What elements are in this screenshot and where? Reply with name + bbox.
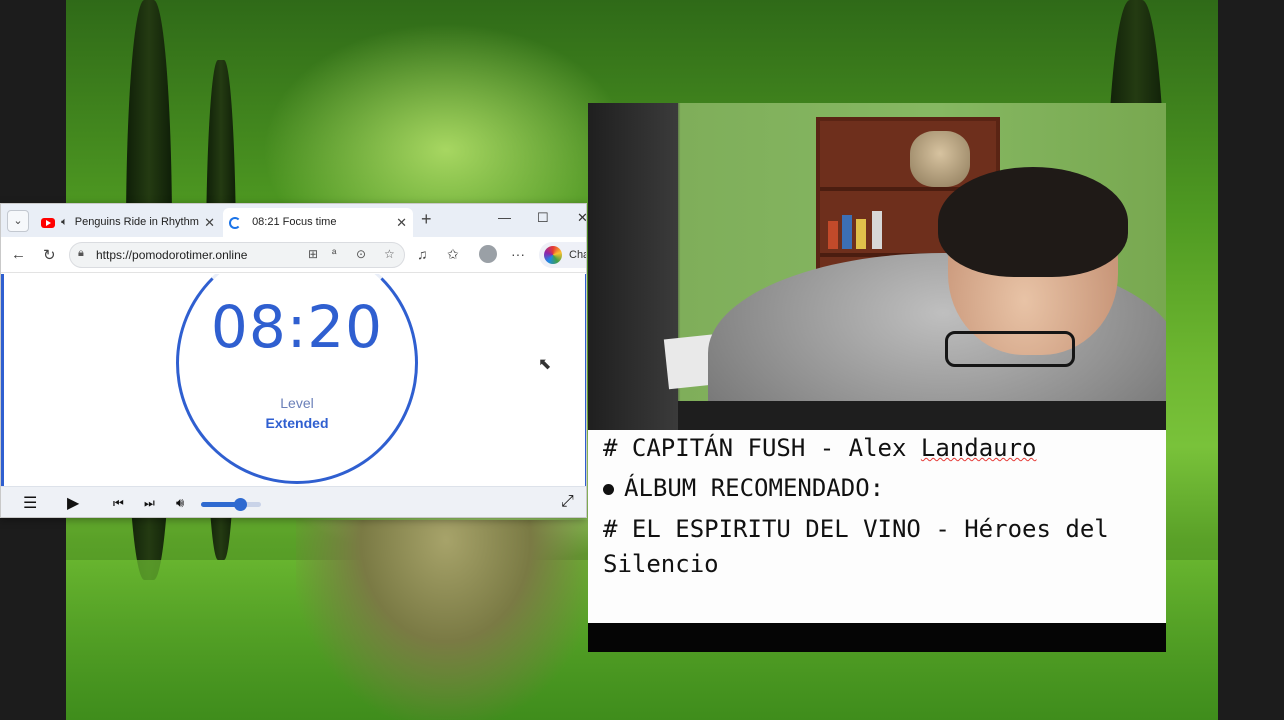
favorites-icon[interactable]: ✩	[447, 246, 459, 263]
new-tab-button[interactable]: +	[421, 209, 432, 230]
timer-ring: 08:20 Level Extended	[176, 274, 418, 484]
browser-window: ⌄ 🔈︎ Penguins Ride in Rhythm ✕ 08:21 Foc…	[0, 203, 587, 518]
tab-list-button[interactable]: ⌄	[7, 210, 29, 232]
volume-knob[interactable]	[234, 498, 247, 511]
glasses	[945, 331, 1075, 367]
caption-bullet-line: ÁLBUM RECOMENDADO:	[603, 474, 884, 502]
caption-artist-name: Landauro	[920, 434, 1037, 462]
level-value: Extended	[265, 415, 329, 431]
menu-icon[interactable]: ☰	[23, 493, 37, 513]
tab-title: 08:21 Focus time	[252, 216, 337, 228]
back-icon[interactable]: ←	[11, 246, 26, 263]
desk-edge	[678, 401, 1166, 430]
url-field[interactable]: 🔒︎ https://pomodorotimer.online ⊞ ª ⊙ ☆	[69, 242, 405, 268]
pomodoro-page: 08:20 Level Extended ⬉	[1, 274, 586, 486]
chevron-down-icon: ⌄	[13, 215, 23, 227]
cabinet	[588, 103, 678, 430]
book	[842, 215, 852, 249]
tab-youtube[interactable]: 🔈︎ Penguins Ride in Rhythm ✕	[35, 208, 221, 237]
window-close-icon[interactable]: ✕	[577, 210, 586, 226]
close-icon[interactable]: ✕	[204, 208, 215, 237]
plush-toy	[910, 131, 970, 187]
lock-icon: 🔒︎	[78, 247, 84, 259]
app-grid-icon[interactable]: ⊞	[308, 247, 318, 261]
youtube-icon	[41, 217, 55, 228]
address-bar: ← ↻ 🔒︎ https://pomodorotimer.online ⊞ ª …	[1, 237, 586, 273]
volume-slider[interactable]	[201, 498, 261, 511]
favorite-star-icon[interactable]: ☆	[384, 247, 395, 261]
refresh-icon[interactable]: ↻	[43, 246, 56, 264]
reader-icon[interactable]: ⊙	[356, 247, 366, 261]
caption-bullet-text: ÁLBUM RECOMENDADO:	[624, 474, 885, 502]
loading-icon	[229, 216, 241, 229]
level-label: Level	[280, 395, 314, 411]
translate-icon[interactable]: ª	[332, 247, 336, 261]
mouse-cursor-icon: ⬉	[538, 356, 552, 373]
volume-icon[interactable]: 🔊︎	[176, 495, 184, 511]
forest-path	[296, 520, 596, 720]
bullet-icon	[603, 483, 614, 495]
book	[872, 211, 882, 249]
tab-bar: ⌄ 🔈︎ Penguins Ride in Rhythm ✕ 08:21 Foc…	[1, 204, 586, 237]
profile-avatar-icon[interactable]	[479, 245, 497, 263]
book	[828, 221, 838, 249]
tab-title: Penguins Ride in Rhythm	[74, 216, 199, 228]
fullscreen-icon[interactable]: ⤢	[561, 493, 574, 511]
previous-icon[interactable]: ⏮	[113, 496, 124, 511]
media-player-bar: ☰ ▶ ⏮ ⏭ 🔊︎ ⤢	[1, 486, 586, 517]
caption-song-line: # CAPITÁN FUSH - Alex Landauro	[603, 434, 1036, 462]
more-options-icon[interactable]: ···	[511, 246, 525, 262]
media-icon[interactable]: ♫	[417, 246, 428, 262]
next-icon[interactable]: ⏭	[144, 496, 155, 511]
caption-album-line: # EL ESPIRITU DEL VINO - Héroes del Sile…	[603, 515, 1109, 578]
tab-focus-time[interactable]: 08:21 Focus time ✕	[223, 208, 413, 237]
url-text: https://pomodorotimer.online	[96, 248, 248, 262]
copilot-button[interactable]: Chat	[539, 242, 586, 268]
play-icon[interactable]: ▶	[67, 493, 79, 513]
maximize-icon[interactable]: ☐	[537, 210, 549, 226]
desktop-stage: ⌄ 🔈︎ Penguins Ride in Rhythm ✕ 08:21 Foc…	[0, 0, 1284, 720]
book	[856, 219, 866, 249]
caption-panel: # CAPITÁN FUSH - Alex Landauro ÁLBUM REC…	[588, 430, 1166, 623]
webcam-feed	[588, 103, 1166, 430]
close-icon[interactable]: ✕	[396, 208, 407, 237]
speaker-icon[interactable]: 🔈︎	[61, 208, 68, 237]
copilot-icon	[544, 246, 562, 264]
timer-display: 08:20	[210, 293, 384, 361]
caption-song-text: # CAPITÁN FUSH - Alex	[603, 434, 921, 462]
copilot-label: Chat	[569, 249, 586, 261]
minimize-icon[interactable]: —	[498, 210, 511, 225]
caption-bottom-bar	[588, 623, 1166, 652]
person-hair	[938, 167, 1128, 277]
